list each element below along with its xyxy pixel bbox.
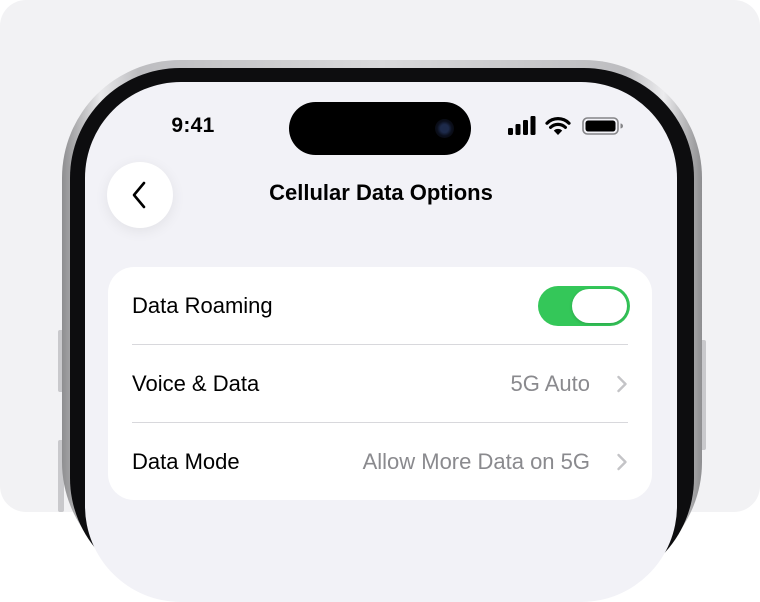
data-mode-value: Allow More Data on 5G — [362, 449, 590, 474]
settings-group: Data Roaming Voice & Data 5G Auto Data M… — [108, 267, 652, 500]
front-camera-icon — [435, 119, 454, 138]
toggle-knob — [572, 289, 627, 323]
data-roaming-label: Data Roaming — [132, 293, 273, 318]
chevron-right-icon — [617, 453, 627, 471]
voice-data-value: 5G Auto — [510, 371, 590, 396]
phone-screen: 9:41 Cellular Data Options Data Roaming … — [85, 82, 677, 602]
page-title: Cellular Data Options — [269, 180, 493, 205]
data-roaming-row: Data Roaming — [108, 267, 652, 345]
dynamic-island — [289, 102, 471, 155]
chevron-right-icon — [617, 375, 627, 393]
data-mode-label: Data Mode — [132, 449, 240, 474]
status-time: 9:41 — [171, 114, 215, 137]
data-mode-row[interactable]: Data Mode Allow More Data on 5G — [108, 423, 652, 501]
voice-data-label: Voice & Data — [132, 371, 260, 396]
cellular-signal-icon — [508, 116, 536, 135]
data-roaming-toggle[interactable] — [538, 286, 630, 326]
battery-icon — [582, 117, 623, 135]
wifi-icon — [545, 117, 571, 135]
voice-data-row[interactable]: Voice & Data 5G Auto — [108, 345, 652, 423]
